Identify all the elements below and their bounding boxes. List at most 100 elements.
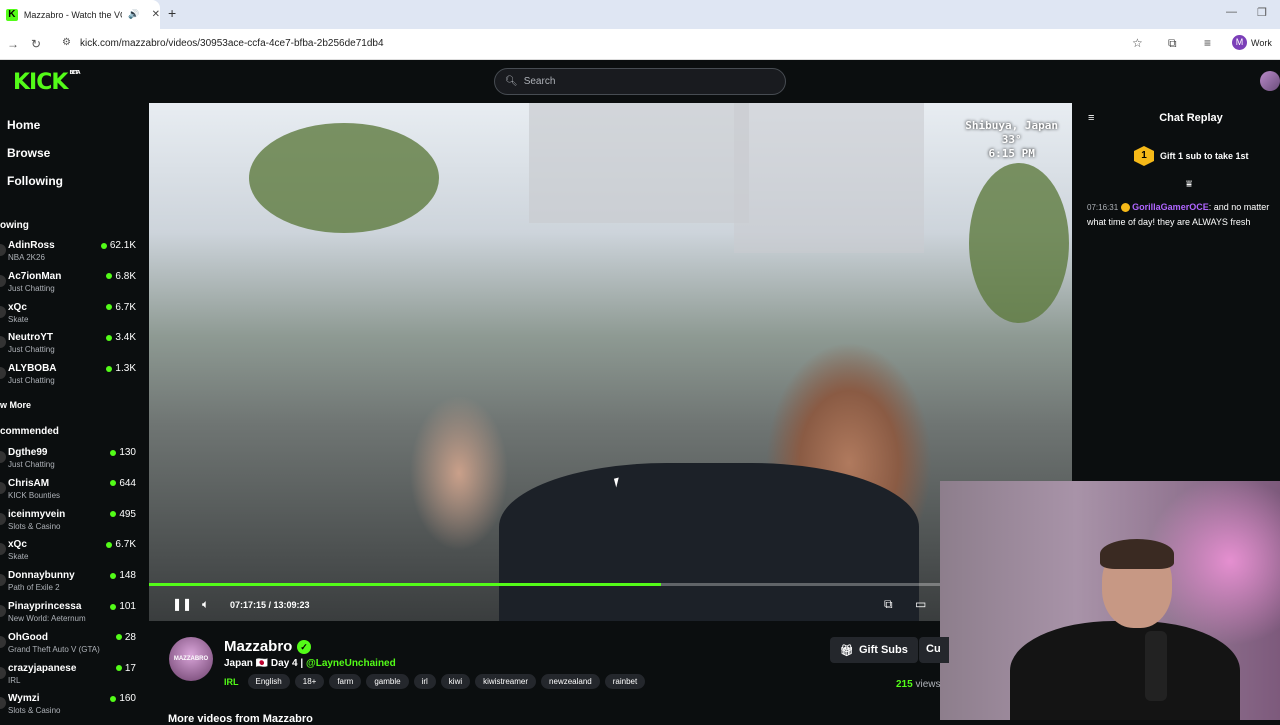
extensions-icon[interactable]: ⧉	[1168, 36, 1177, 51]
channel-name: OhGood	[8, 631, 48, 643]
channel-name[interactable]: Mazzabro	[224, 638, 292, 655]
live-dot-icon	[110, 572, 117, 579]
sidebar-channel-row[interactable]: OhGood Grand Theft Auto V (GTA) 28	[0, 632, 149, 662]
sidebar-channel-row[interactable]: iceinmyvein Slots & Casino 495	[0, 509, 149, 539]
channel-category: Just Chatting	[8, 345, 55, 355]
tree-image	[249, 123, 439, 233]
sidebar: Home Browse Following owing AdinRoss NBA …	[0, 103, 149, 720]
sidebar-channel-row[interactable]: Ac7ionMan Just Chatting 6.8K	[0, 271, 149, 301]
kick-logo[interactable]: KICK BETA	[13, 70, 81, 95]
viewer-count: 6.7K	[106, 302, 136, 313]
reading-list-icon[interactable]: ≡	[1204, 36, 1211, 50]
sidebar-channel-row[interactable]: Donnaybunny Path of Exile 2 148	[0, 570, 149, 600]
chat-panel: ≡ Chat Replay 1 Gift 1 sub to take 1st ⩸…	[1072, 103, 1280, 481]
gift-subs-button[interactable]: 🎁︎ Gift Subs	[830, 637, 918, 663]
channel-name: xQc	[8, 301, 27, 313]
mention-link[interactable]: @LayneUnchained	[306, 658, 396, 669]
tag-pill[interactable]: farm	[329, 674, 362, 689]
browser-tab[interactable]: K Mazzabro - Watch the VOD 🔊 ✕	[0, 0, 160, 29]
channel-name: xQc	[8, 539, 27, 551]
url-text[interactable]: kick.com/mazzabro/videos/30953ace-ccfa-4…	[80, 38, 384, 49]
live-dot-icon	[106, 541, 113, 548]
pinned-icon[interactable]: ⩸	[1186, 179, 1192, 190]
nav-browse[interactable]: Browse	[7, 146, 50, 160]
tag-pill[interactable]: gamble	[366, 674, 409, 689]
sidebar-channel-row[interactable]: Dgthe99 Just Chatting 130	[0, 447, 149, 477]
viewer-count: 130	[110, 447, 136, 458]
more-videos-heading: More videos from Mazzabro	[168, 713, 313, 725]
channel-category: Path of Exile 2	[8, 583, 60, 593]
cut-button[interactable]: Cu	[919, 637, 949, 663]
category-link[interactable]: IRL	[224, 677, 239, 687]
channel-category: NBA 2K26	[8, 253, 45, 262]
forward-icon[interactable]: →	[7, 37, 19, 51]
tag-pill[interactable]: irl	[413, 674, 436, 689]
close-tab-icon[interactable]: ✕	[152, 9, 160, 20]
channel-avatar	[0, 512, 6, 525]
sidebar-channel-row[interactable]: ALYBOBA Just Chatting 1.3K	[0, 363, 149, 393]
seek-bar-fill	[149, 583, 662, 586]
tag-pill[interactable]: kiwistreamer	[475, 674, 537, 689]
message-time: 07:16:31	[1087, 203, 1119, 212]
theater-mode-icon[interactable]: ▭	[915, 597, 926, 611]
tag-pill[interactable]: 18+	[294, 674, 325, 689]
channel-avatar	[0, 336, 6, 349]
sidebar-channel-row[interactable]: Wymzi Slots & Casino 160	[0, 693, 149, 720]
seek-bar[interactable]	[149, 583, 1072, 586]
kick-favicon-icon: K	[6, 8, 18, 21]
webcam-overlay	[940, 481, 1280, 720]
message-user[interactable]: GorillaGamerOCE	[1132, 202, 1209, 212]
maximize-icon[interactable]: ❐	[1257, 6, 1267, 19]
live-dot-icon	[106, 365, 113, 372]
tag-list: IRL English 18+ farm gamble irl kiwi kiwistrea…	[224, 674, 646, 689]
live-dot-icon	[106, 334, 113, 341]
reload-icon[interactable]: ↻	[31, 37, 41, 51]
channel-name: NeutroYT	[8, 332, 53, 344]
sidebar-channel-row[interactable]: crazyjapanese IRL 17	[0, 663, 149, 693]
minimize-icon[interactable]: —	[1226, 6, 1237, 18]
pip-icon[interactable]: ⧉	[884, 597, 893, 612]
tag-pill[interactable]: newzealand	[541, 674, 600, 689]
channel-avatar	[0, 367, 6, 380]
channel-category: Just Chatting	[8, 283, 55, 293]
profile-label: Work	[1251, 37, 1272, 48]
pause-icon[interactable]: ❚❚	[172, 597, 192, 611]
viewer-count: 3.4K	[106, 332, 136, 343]
channel-avatar	[0, 244, 6, 256]
tag-pill[interactable]: kiwi	[440, 674, 471, 689]
tag-pill[interactable]: rainbet	[604, 674, 646, 689]
channel-avatar[interactable]: MAZZABRO	[169, 637, 213, 681]
sidebar-channel-row[interactable]: Pinayprincessa New World: Aeternum 101	[0, 601, 149, 631]
show-more-link[interactable]: w More	[0, 400, 31, 410]
bookmark-star-icon[interactable]: ☆	[1132, 36, 1143, 50]
sidebar-channel-row[interactable]: xQc Skate 6.7K	[0, 302, 149, 332]
live-dot-icon	[110, 449, 117, 456]
volume-icon[interactable]: 🔈︎	[202, 597, 209, 612]
search-input[interactable]	[523, 76, 764, 87]
video-player[interactable]: Shibuya, Japan 33° 6:15 PM ❚❚ 🔈︎ 07:17:1…	[149, 103, 1072, 621]
viewer-count: 148	[110, 570, 136, 581]
site-info-icon[interactable]: ⚙	[62, 37, 71, 48]
sidebar-channel-row[interactable]: AdinRoss NBA 2K26 62.1K	[0, 240, 149, 270]
browser-profile[interactable]: M Work	[1232, 35, 1272, 50]
channel-avatar	[0, 666, 6, 679]
new-tab-icon[interactable]: +	[168, 5, 176, 21]
location-overlay: Shibuya, Japan 33° 6:15 PM	[965, 119, 1058, 161]
user-avatar[interactable]	[1260, 71, 1280, 91]
nav-home[interactable]: Home	[7, 118, 40, 132]
live-dot-icon	[100, 242, 107, 249]
search-box[interactable]: 🔍︎	[494, 68, 786, 95]
sidebar-channel-row[interactable]: xQc Skate 6.7K	[0, 539, 149, 569]
tag-pill[interactable]: English	[247, 674, 290, 689]
speaker-icon[interactable]: 🔊	[128, 9, 139, 20]
live-dot-icon	[110, 603, 117, 610]
following-heading: owing	[0, 220, 29, 231]
viewer-count: 6.8K	[106, 271, 136, 282]
viewer-count: 17	[115, 663, 136, 674]
sidebar-channel-row[interactable]: NeutroYT Just Chatting 3.4K	[0, 332, 149, 362]
chat-title: Chat Replay	[1159, 112, 1223, 124]
sidebar-channel-row[interactable]: ChrisAM KICK Bounties 644	[0, 478, 149, 508]
verified-icon: ✓	[297, 640, 311, 654]
nav-following[interactable]: Following	[7, 174, 63, 188]
gift-sub-prompt[interactable]: 1 Gift 1 sub to take 1st	[1134, 146, 1249, 166]
